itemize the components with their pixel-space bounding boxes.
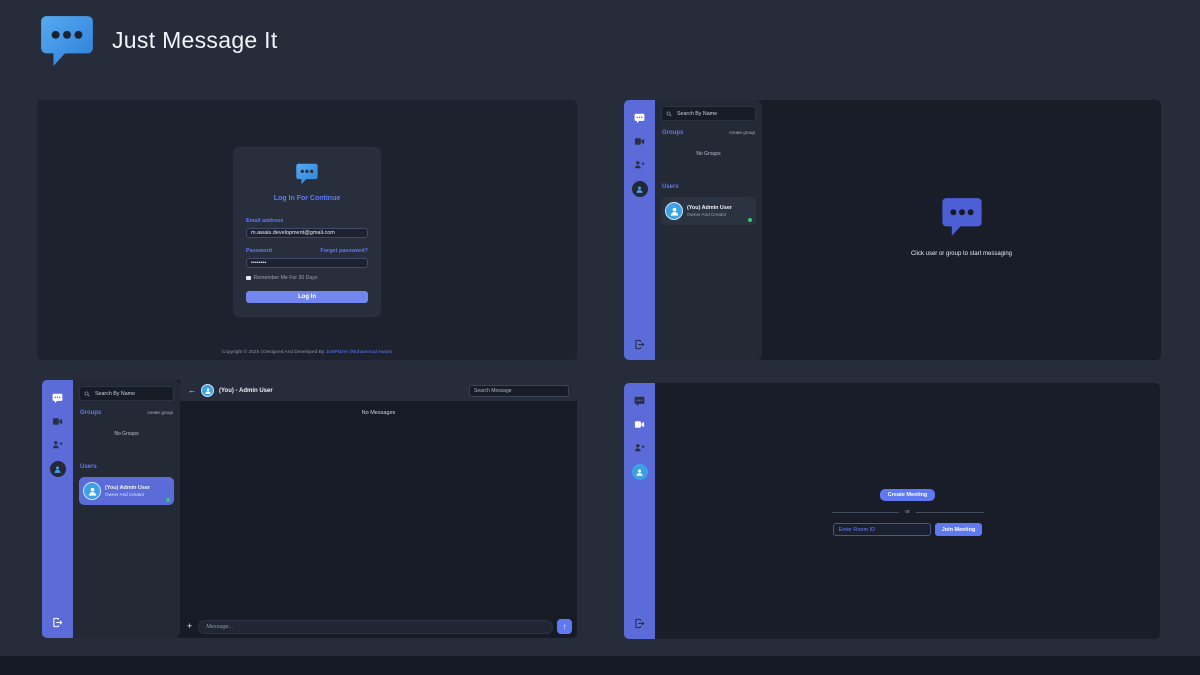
- logout-icon[interactable]: [52, 616, 64, 628]
- meeting-screenshot-panel: Create Meeting or Join Meeting: [624, 383, 1160, 639]
- groups-header: Groups: [662, 130, 683, 136]
- password-field[interactable]: [246, 258, 368, 268]
- video-call-nav-icon[interactable]: [52, 415, 64, 427]
- attach-plus-icon[interactable]: +: [185, 622, 194, 631]
- divider-line: [916, 512, 984, 513]
- send-button[interactable]: ↑: [557, 619, 572, 634]
- user-subtitle: Owner And Creator: [105, 492, 150, 497]
- online-status-dot: [748, 218, 752, 222]
- users-header: Users: [662, 184, 679, 190]
- copyright-footer: Copyright © 2025 | Designed And Develope…: [37, 350, 577, 355]
- or-divider: or: [832, 509, 984, 515]
- bottom-band: [0, 656, 1200, 675]
- search-box[interactable]: [79, 386, 174, 401]
- email-label: Email address: [246, 218, 283, 224]
- send-arrow-icon: ↑: [563, 623, 567, 631]
- video-call-nav-icon[interactable]: [634, 418, 646, 430]
- search-icon: [84, 391, 90, 397]
- video-call-nav-icon[interactable]: [634, 135, 646, 147]
- email-field[interactable]: [246, 228, 368, 238]
- add-user-nav-icon[interactable]: [634, 158, 646, 170]
- meeting-area: Create Meeting or Join Meeting: [655, 383, 1160, 639]
- developer-link[interactable]: JustPkDev (Muhammad Awais): [326, 350, 393, 355]
- user-avatar-icon: [665, 202, 683, 220]
- room-id-input[interactable]: [833, 523, 931, 536]
- divider-line: [832, 512, 900, 513]
- profile-avatar-icon[interactable]: [50, 461, 66, 477]
- chat-header: ← (You) - Admin User: [180, 380, 577, 401]
- conversation-list: Groups create group No Groups Users (You…: [73, 380, 180, 638]
- chat-area: ← (You) - Admin User No Messages + ↑: [180, 380, 577, 638]
- chat-home-screenshot-panel: Groups create group No Groups Users (You…: [624, 100, 1161, 360]
- empty-chat-area: Click user or group to start messaging: [762, 100, 1161, 360]
- user-avatar-icon: [83, 482, 101, 500]
- page-title: Just Message It: [112, 27, 278, 54]
- user-name: (You) Admin User: [105, 485, 150, 491]
- groups-header: Groups: [80, 410, 101, 416]
- user-name: (You) Admin User: [687, 205, 732, 211]
- app-logo: [38, 12, 96, 70]
- chat-user-avatar-icon: [201, 384, 214, 397]
- profile-avatar-icon[interactable]: [632, 464, 648, 480]
- open-chat-screenshot-panel: Groups create group No Groups Users (You…: [42, 380, 577, 638]
- create-meeting-button[interactable]: Create Meeting: [880, 489, 935, 501]
- speech-bubble-icon: [38, 12, 96, 70]
- create-group-link[interactable]: create group: [147, 410, 173, 415]
- login-screenshot-panel: Log In For Continue Email address Passwo…: [37, 100, 577, 360]
- add-user-nav-icon[interactable]: [52, 438, 64, 450]
- user-subtitle: Owner And Creator: [687, 212, 732, 217]
- search-input[interactable]: [93, 390, 169, 398]
- logout-icon[interactable]: [634, 617, 646, 629]
- empty-state-caption: Click user or group to start messaging: [911, 251, 1012, 257]
- add-user-nav-icon[interactable]: [634, 441, 646, 453]
- conversation-list: Groups create group No Groups Users (You…: [655, 100, 762, 360]
- join-meeting-button[interactable]: Join Meeting: [935, 523, 983, 536]
- no-messages-text: No Messages: [180, 410, 577, 416]
- no-groups-text: No Groups: [73, 431, 180, 437]
- chats-nav-icon[interactable]: [634, 395, 646, 407]
- login-button[interactable]: Log In: [246, 291, 368, 303]
- back-icon[interactable]: ←: [188, 387, 196, 395]
- forgot-password-link[interactable]: Forget password?: [320, 248, 368, 254]
- meeting-controls: Create Meeting or Join Meeting: [832, 489, 984, 536]
- create-group-link[interactable]: create group: [729, 130, 755, 135]
- nav-rail: [624, 383, 655, 639]
- chats-nav-icon[interactable]: [634, 112, 646, 124]
- users-header: Users: [80, 464, 97, 470]
- copyright-text: Copyright © 2025 | Designed And Develope…: [222, 350, 326, 355]
- login-card: Log In For Continue Email address Passwo…: [233, 147, 381, 317]
- speech-bubble-icon: [295, 162, 319, 186]
- or-label: or: [905, 509, 909, 515]
- logout-icon[interactable]: [634, 338, 646, 350]
- online-status-dot: [166, 498, 170, 502]
- user-list-item-selected[interactable]: (You) Admin User Owner And Creator: [79, 477, 174, 505]
- no-groups-text: No Groups: [655, 151, 762, 157]
- chat-title: (You) - Admin User: [219, 388, 273, 394]
- profile-avatar-icon[interactable]: [632, 181, 648, 197]
- remember-checkbox[interactable]: [246, 276, 251, 281]
- speech-bubble-icon: [938, 195, 986, 239]
- message-composer: + ↑: [185, 619, 572, 634]
- nav-rail: [624, 100, 655, 360]
- chats-nav-icon[interactable]: [52, 392, 64, 404]
- password-label: Password: [246, 248, 272, 254]
- search-box[interactable]: [661, 106, 756, 121]
- nav-rail: [42, 380, 73, 638]
- message-input[interactable]: [198, 620, 553, 634]
- search-input[interactable]: [675, 110, 751, 118]
- message-search-input[interactable]: [469, 385, 569, 397]
- search-icon: [666, 111, 672, 117]
- login-heading: Log In For Continue: [274, 195, 341, 202]
- user-list-item[interactable]: (You) Admin User Owner And Creator: [661, 197, 756, 225]
- remember-label: Remember Me For 30 Days: [254, 275, 318, 281]
